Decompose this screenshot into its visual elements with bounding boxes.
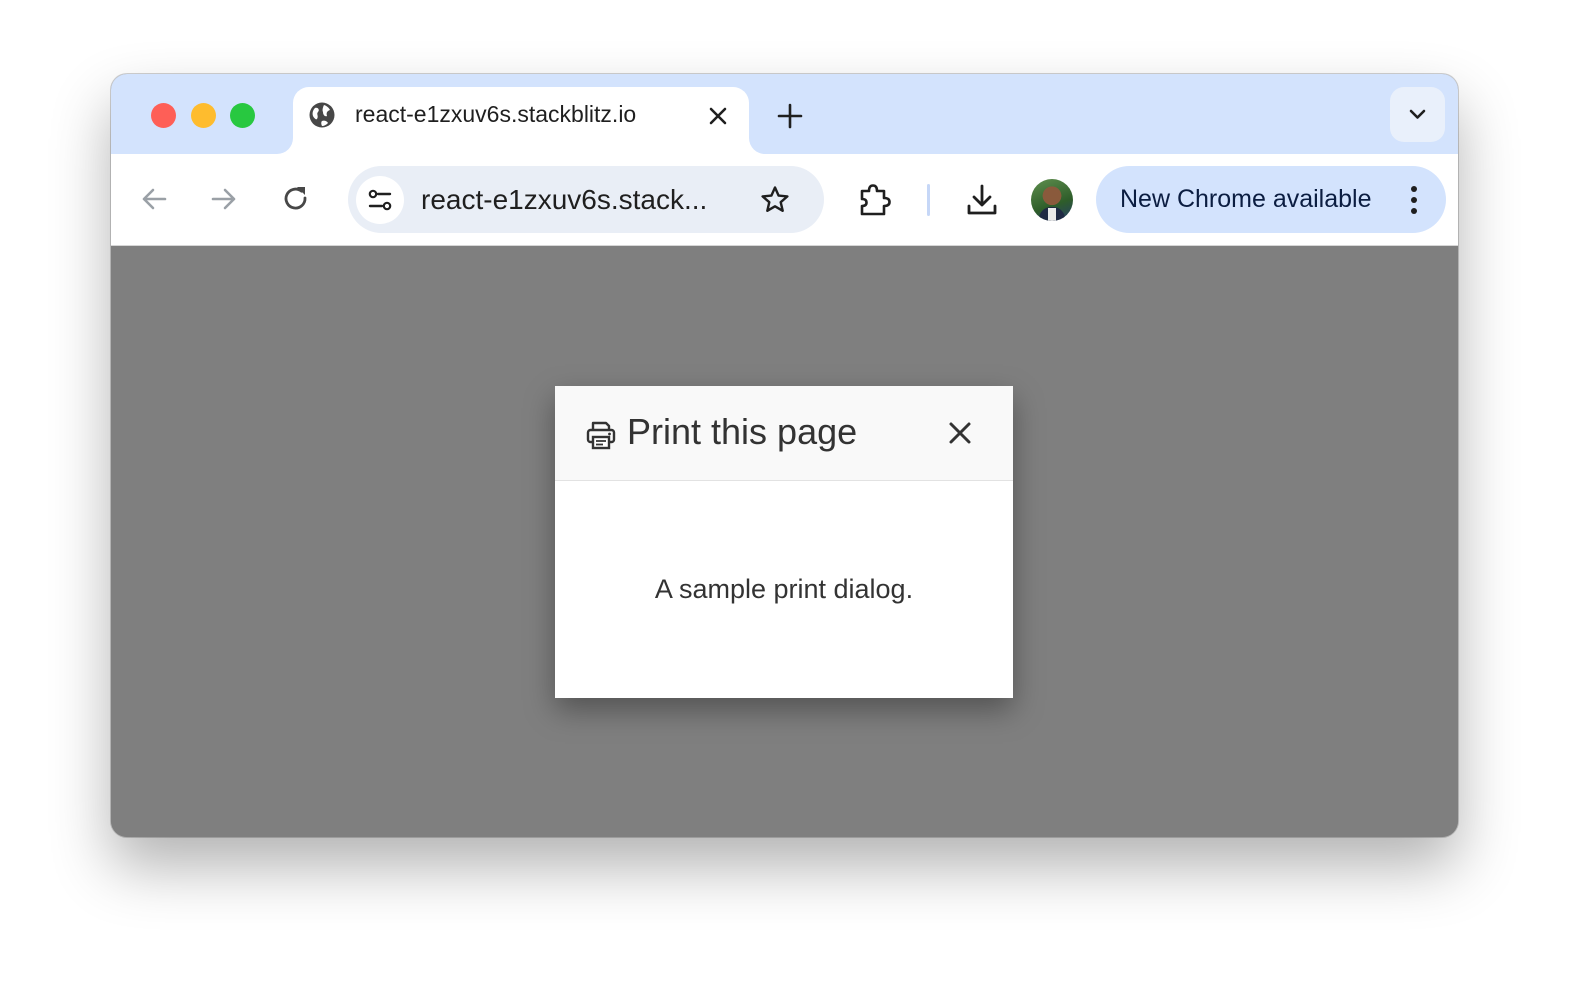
tab-title: react-e1zxuv6s.stackblitz.io [355, 101, 637, 127]
star-icon[interactable] [759, 184, 791, 216]
address-bar[interactable]: react-e1zxuv6s.stack... [348, 166, 824, 233]
arrow-left-icon[interactable] [138, 183, 170, 215]
tab-strip: react-e1zxuv6s.stackblitz.io [111, 74, 1458, 154]
chevron-down-icon [1409, 109, 1426, 119]
printer-icon [586, 421, 616, 450]
profile-avatar[interactable] [1031, 179, 1073, 221]
reload-icon[interactable] [280, 183, 312, 215]
close-window-button[interactable] [151, 103, 176, 128]
close-icon[interactable] [706, 104, 730, 128]
avatar-shirt [1048, 208, 1056, 221]
arrow-right-icon[interactable] [208, 183, 240, 215]
dialog-title: Print this page [627, 411, 858, 452]
toolbar-separator [927, 184, 930, 216]
toolbar: react-e1zxuv6s.stack... New Chrome avail… [111, 154, 1458, 246]
print-dialog: Print this page A sample print dialog. [555, 386, 1013, 698]
minimize-window-button[interactable] [191, 103, 216, 128]
download-icon[interactable] [964, 182, 1000, 218]
site-info-button[interactable] [356, 176, 404, 224]
page-content-overlay: Print this page A sample print dialog. [111, 246, 1458, 837]
maximize-window-button[interactable] [230, 103, 255, 128]
dialog-header: Print this page [555, 386, 1013, 481]
tune-icon [368, 189, 392, 211]
dialog-message: A sample print dialog. [654, 574, 914, 604]
browser-window: react-e1zxuv6s.stackblitz.io react-e1zxu… [111, 74, 1458, 837]
active-tab[interactable]: react-e1zxuv6s.stackblitz.io [293, 87, 749, 154]
tab-search-button[interactable] [1390, 87, 1445, 142]
puzzle-icon[interactable] [857, 182, 893, 218]
globe-icon [309, 102, 335, 128]
plus-icon[interactable] [775, 101, 805, 131]
dialog-body: A sample print dialog. [555, 481, 1013, 698]
update-chrome-label: New Chrome available [1120, 185, 1372, 213]
vertical-dots-icon[interactable] [1402, 183, 1426, 217]
url-text[interactable]: react-e1zxuv6s.stack... [421, 184, 731, 216]
update-chrome-button[interactable]: New Chrome available [1096, 166, 1446, 233]
close-icon[interactable] [947, 420, 973, 446]
